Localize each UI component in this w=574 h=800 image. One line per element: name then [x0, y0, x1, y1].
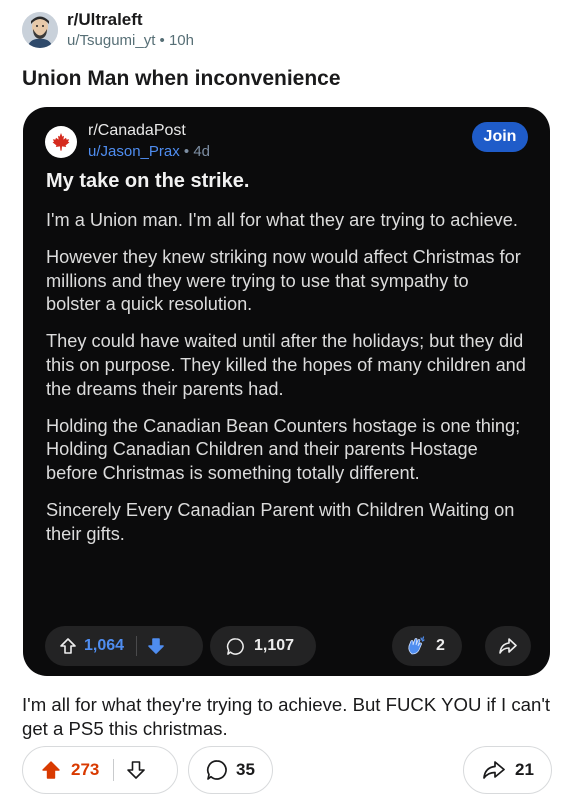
embedded-post-card[interactable]: r/CanadaPost u/Jason_Prax • 4d Join My t… [23, 107, 550, 676]
post-share-button[interactable]: 21 [463, 746, 552, 794]
post-author-time[interactable]: u/Tsugumi_yt • 10h [67, 31, 194, 51]
embedded-subreddit-name[interactable]: r/CanadaPost [88, 121, 210, 141]
share-arrow-icon [499, 638, 517, 654]
arrow-down-icon[interactable] [147, 637, 165, 655]
post-comment-count: 35 [236, 760, 255, 779]
embedded-post-header: r/CanadaPost u/Jason_Prax • 4d [45, 121, 210, 162]
vote-divider [136, 636, 138, 656]
embedded-vote-pill: 1,064 [45, 626, 203, 666]
arrow-up-icon[interactable] [41, 760, 61, 780]
arrow-down-icon[interactable] [126, 760, 146, 780]
embedded-author-line: u/Jason_Prax • 4d [88, 141, 210, 162]
embedded-comment-count: 1,107 [254, 637, 295, 654]
speech-bubble-icon [206, 760, 227, 780]
embedded-action-bar: 1,064 1,107 2 [45, 626, 531, 666]
post-caption: I'm all for what they're trying to achie… [22, 694, 551, 739]
embedded-award-count: 2 [436, 637, 445, 654]
body-paragraph: However they knew striking now would aff… [46, 246, 521, 315]
portrait-icon [22, 12, 58, 48]
embedded-post-age: • 4d [183, 143, 211, 160]
post-comments-button[interactable]: 35 [188, 746, 273, 794]
body-paragraph: They could have waited until after the h… [46, 331, 526, 399]
body-paragraph: I'm a Union man. I'm all for what they a… [46, 210, 518, 230]
subreddit-avatar[interactable] [22, 12, 58, 48]
maple-leaf-icon [52, 132, 70, 151]
embedded-awards-button[interactable]: 2 [392, 626, 462, 666]
embedded-post-body: I'm a Union man. I'm all for what they a… [46, 209, 526, 560]
embedded-comments-button[interactable]: 1,107 [210, 626, 316, 666]
embedded-subreddit-avatar[interactable] [45, 125, 77, 158]
post-vote-pill: 273 [22, 746, 178, 794]
vote-divider [113, 759, 115, 781]
post-title: Union Man when inconvenience [22, 67, 341, 90]
arrow-up-icon[interactable] [59, 637, 77, 655]
embedded-post-title: My take on the strike. [46, 170, 250, 192]
clapping-hands-icon [408, 636, 425, 655]
post-action-bar: 273 35 21 [22, 746, 552, 794]
post-upvote-count: 273 [71, 760, 100, 779]
body-paragraph: Sincerely Every Canadian Parent with Chi… [46, 499, 515, 544]
embedded-upvote-count: 1,064 [84, 637, 125, 654]
post-share-count: 21 [515, 760, 534, 779]
join-button[interactable]: Join [472, 122, 528, 152]
body-paragraph: Holding the Canadian Bean Counters hosta… [46, 415, 521, 484]
embedded-author[interactable]: u/Jason_Prax [88, 143, 180, 160]
share-arrow-icon [483, 761, 505, 779]
post-header: r/Ultraleft u/Tsugumi_yt • 10h [22, 8, 194, 52]
speech-bubble-icon [226, 637, 244, 655]
subreddit-name[interactable]: r/Ultraleft [67, 10, 194, 30]
embedded-share-button[interactable] [485, 626, 531, 666]
